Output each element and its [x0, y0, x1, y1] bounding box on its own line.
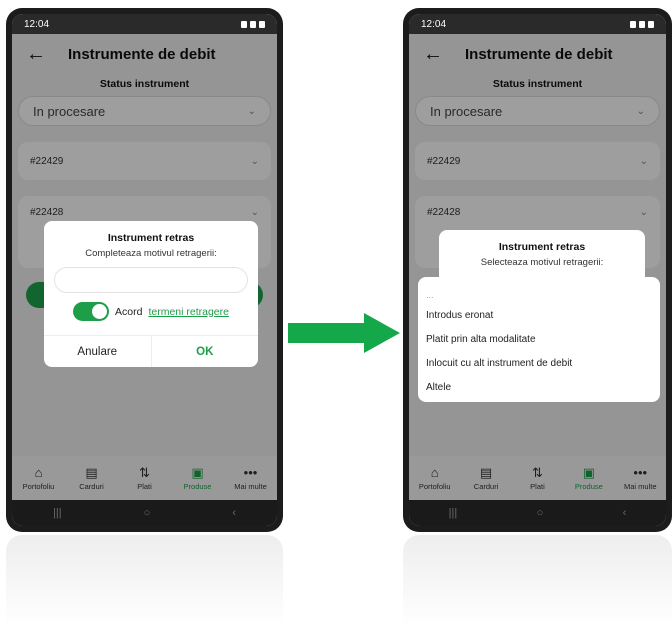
- left-phone-reflection: [6, 535, 283, 627]
- withdraw-dialog: Instrument retras Completeaza motivul re…: [44, 221, 258, 367]
- alarm-icon: [241, 20, 247, 28]
- wifi-icon: [639, 20, 645, 28]
- status-time: 12:04: [421, 18, 447, 30]
- reason-options-list: ... Introdus eronat Platit prin alta mod…: [418, 277, 660, 402]
- dialog-title: Instrument retras: [107, 232, 195, 244]
- reason-option[interactable]: Introdus eronat: [418, 303, 660, 327]
- status-bar: 12:04: [12, 14, 277, 34]
- dialog-actions: Anulare OK: [44, 335, 258, 367]
- right-phone: 12:04 ← Instrumente de debit Status inst…: [403, 8, 672, 532]
- cancel-button[interactable]: Anulare: [44, 336, 152, 367]
- dialog-subtitle: Selecteaza motivul retragerii:: [480, 257, 604, 268]
- status-bar: 12:04: [409, 14, 666, 34]
- battery-icon: [259, 20, 265, 28]
- reason-option[interactable]: Inlocuit cu alt instrument de debit: [418, 351, 660, 375]
- reason-option[interactable]: Platit prin alta modalitate: [418, 327, 660, 351]
- agree-row: Acord termeni retragere: [44, 302, 258, 321]
- left-phone: 12:04 ← Instrumente de debit Status inst…: [6, 8, 283, 532]
- dialog-title: Instrument retras: [498, 241, 586, 253]
- battery-icon: [648, 20, 654, 28]
- reason-option-placeholder[interactable]: ...: [418, 287, 660, 303]
- agree-toggle[interactable]: [73, 302, 109, 321]
- reason-option[interactable]: Altele: [418, 375, 660, 399]
- right-screen: 12:04 ← Instrumente de debit Status inst…: [409, 14, 666, 526]
- terms-link[interactable]: termeni retragere: [148, 306, 229, 318]
- status-time: 12:04: [24, 18, 50, 30]
- left-screen: 12:04 ← Instrumente de debit Status inst…: [12, 14, 277, 526]
- alarm-icon: [630, 20, 636, 28]
- wifi-icon: [250, 20, 256, 28]
- dialog-subtitle: Completeaza motivul retragerii:: [85, 248, 217, 259]
- right-phone-reflection: [403, 535, 672, 627]
- transition-arrow-icon: [288, 313, 400, 353]
- ok-button[interactable]: OK: [152, 336, 259, 367]
- status-icons: [630, 20, 654, 28]
- agree-text: Acord: [115, 305, 143, 318]
- status-icons: [241, 20, 265, 28]
- reason-input[interactable]: [54, 267, 248, 293]
